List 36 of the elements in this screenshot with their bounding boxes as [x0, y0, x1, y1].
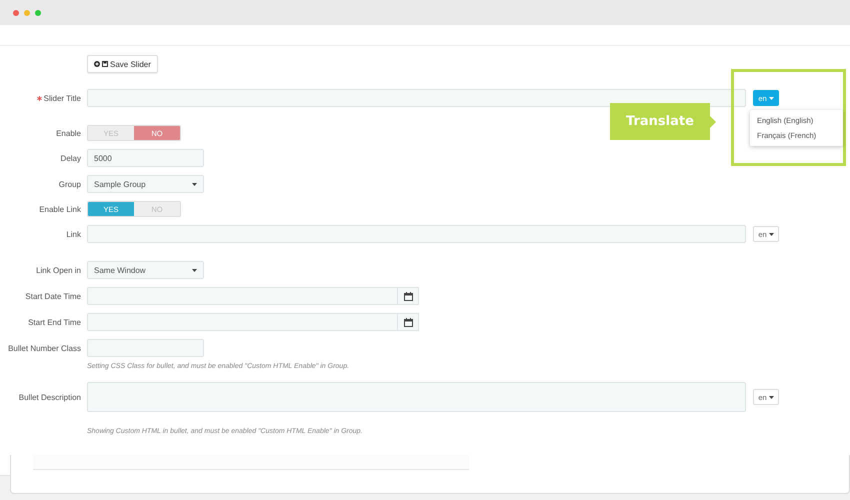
field-label: Enable — [56, 128, 81, 138]
select-field[interactable]: Sample Group — [87, 175, 204, 193]
text-field[interactable] — [87, 225, 746, 243]
date-field[interactable] — [87, 287, 398, 305]
field-label: Delay — [60, 154, 81, 162]
caret-icon — [768, 396, 774, 398]
save-button[interactable]: Save Slider — [87, 55, 158, 73]
field-label: Start Date Time — [25, 292, 81, 300]
calendar-button[interactable] — [398, 313, 419, 331]
plus-circle-icon — [94, 61, 100, 67]
text-field[interactable] — [87, 339, 204, 357]
calendar-button[interactable] — [398, 287, 419, 305]
field-label: Slider Title — [44, 94, 81, 102]
textarea-field[interactable] — [87, 382, 746, 412]
field-label: Start End Time — [28, 318, 81, 326]
callout-pointer-icon — [710, 116, 716, 128]
field-label: Bullet Description — [18, 392, 81, 402]
date-field[interactable] — [87, 313, 398, 331]
text-field[interactable] — [87, 89, 746, 107]
field-label: Group — [58, 180, 81, 188]
field-label: Link — [66, 230, 81, 238]
maximize-dot[interactable] — [35, 10, 41, 16]
minimize-dot[interactable] — [24, 10, 30, 16]
caret-icon — [192, 268, 197, 272]
caret-icon — [768, 96, 774, 100]
caret-icon — [192, 182, 197, 186]
calendar-icon — [404, 318, 412, 326]
caret-icon — [768, 232, 774, 236]
field-label: Link Open in — [36, 266, 81, 274]
field-label: Bullet Number Class — [8, 344, 81, 352]
text-field[interactable]: 5000 — [87, 149, 204, 167]
calendar-icon — [404, 292, 412, 300]
select-field[interactable]: Same Window — [87, 261, 204, 279]
close-dot[interactable] — [13, 10, 19, 16]
translate-callout: Translate — [610, 103, 710, 140]
field-label: Enable Link — [39, 204, 81, 214]
